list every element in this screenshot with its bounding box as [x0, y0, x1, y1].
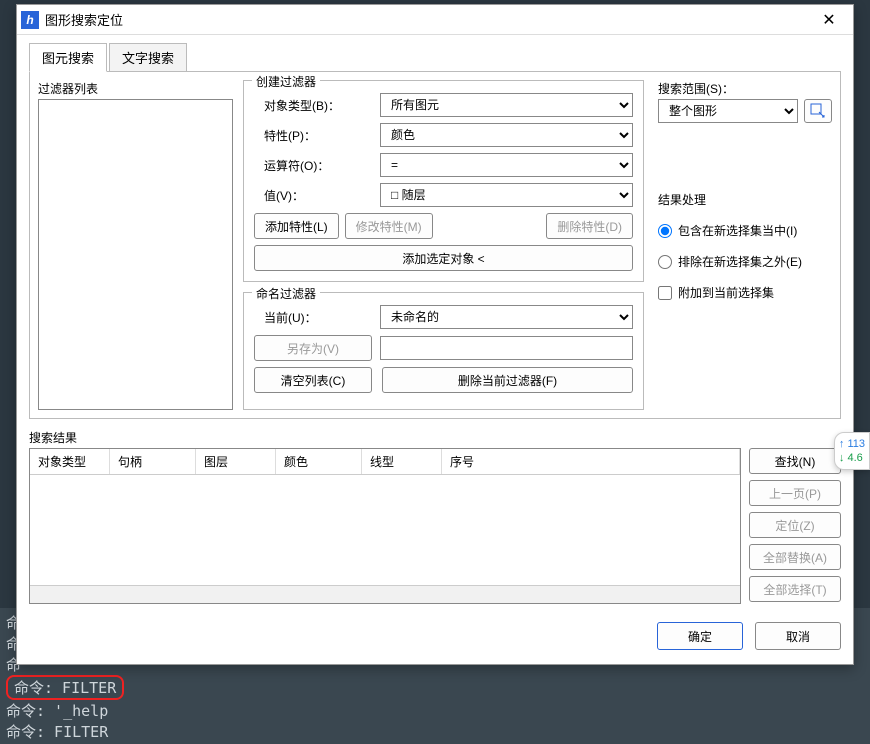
named-filter-title: 命名过滤器	[252, 285, 320, 302]
filter-list-label: 过滤器列表	[38, 80, 233, 97]
delete-property-button[interactable]: 删除特性(D)	[546, 213, 633, 239]
cancel-button[interactable]: 取消	[755, 622, 841, 650]
tab-text-search[interactable]: 文字搜索	[109, 43, 187, 72]
col-linetype[interactable]: 线型	[362, 449, 442, 474]
search-scope-select[interactable]: 整个图形	[658, 99, 798, 123]
value-select[interactable]: □ 随层	[380, 183, 633, 207]
col-handle[interactable]: 句柄	[110, 449, 196, 474]
col-layer[interactable]: 图层	[196, 449, 276, 474]
current-filter-label: 当前(U)：	[254, 309, 372, 326]
result-process-title: 结果处理	[658, 191, 832, 208]
tabs: 图元搜索 文字搜索	[29, 43, 841, 72]
ok-button[interactable]: 确定	[657, 622, 743, 650]
select-all-button[interactable]: 全部选择(T)	[749, 576, 841, 602]
operator-label: 运算符(O)：	[254, 157, 372, 174]
horizontal-scrollbar[interactable]	[30, 585, 740, 603]
property-label: 特性(P)：	[254, 127, 372, 144]
app-icon: h	[21, 11, 39, 29]
pick-scope-icon[interactable]	[804, 99, 832, 123]
create-filter-group: 创建过滤器 对象类型(B)： 所有图元 特性(P)： 颜色 运算符(O)： =	[243, 80, 644, 282]
save-as-input[interactable]	[380, 336, 633, 360]
delete-current-filter-button[interactable]: 删除当前过滤器(F)	[382, 367, 633, 393]
create-filter-title: 创建过滤器	[252, 73, 320, 90]
tab-primitive-search[interactable]: 图元搜索	[29, 43, 107, 72]
current-filter-select[interactable]: 未命名的	[380, 305, 633, 329]
col-color[interactable]: 颜色	[276, 449, 362, 474]
filter-listbox[interactable]	[38, 99, 233, 410]
prev-page-button[interactable]: 上一页(P)	[749, 480, 841, 506]
operator-select[interactable]: =	[380, 153, 633, 177]
results-table[interactable]: 对象类型 句柄 图层 颜色 线型 序号	[29, 448, 741, 604]
search-scope-label: 搜索范围(S)：	[658, 80, 832, 97]
named-filter-group: 命名过滤器 当前(U)： 未命名的 另存为(V) 清空列表(C) 删除当前过滤器…	[243, 292, 644, 410]
property-select[interactable]: 颜色	[380, 123, 633, 147]
include-radio[interactable]: 包含在新选择集当中(I)	[658, 222, 832, 239]
replace-all-button[interactable]: 全部替换(A)	[749, 544, 841, 570]
exclude-radio[interactable]: 排除在新选择集之外(E)	[658, 253, 832, 270]
clear-list-button[interactable]: 清空列表(C)	[254, 367, 372, 393]
locate-button[interactable]: 定位(Z)	[749, 512, 841, 538]
floating-indicator: ↑ 113 ↓ 4.6	[834, 432, 870, 470]
add-selected-objects-button[interactable]: 添加选定对象 <	[254, 245, 633, 271]
value-label: 值(V)：	[254, 187, 372, 204]
add-property-button[interactable]: 添加特性(L)	[254, 213, 339, 239]
results-label: 搜索结果	[29, 429, 841, 446]
close-icon[interactable]: ✕	[809, 6, 849, 34]
dialog-title: 图形搜索定位	[45, 10, 809, 29]
search-dialog: h 图形搜索定位 ✕ 图元搜索 文字搜索 过滤器列表 创建过滤器 对象类型(B)…	[16, 4, 854, 665]
append-checkbox[interactable]: 附加到当前选择集	[658, 284, 832, 301]
save-as-button[interactable]: 另存为(V)	[254, 335, 372, 361]
object-type-select[interactable]: 所有图元	[380, 93, 633, 117]
titlebar[interactable]: h 图形搜索定位 ✕	[17, 5, 853, 35]
col-index[interactable]: 序号	[442, 449, 740, 474]
col-object-type[interactable]: 对象类型	[30, 449, 110, 474]
modify-property-button[interactable]: 修改特性(M)	[345, 213, 433, 239]
object-type-label: 对象类型(B)：	[254, 97, 372, 114]
find-button[interactable]: 查找(N)	[749, 448, 841, 474]
